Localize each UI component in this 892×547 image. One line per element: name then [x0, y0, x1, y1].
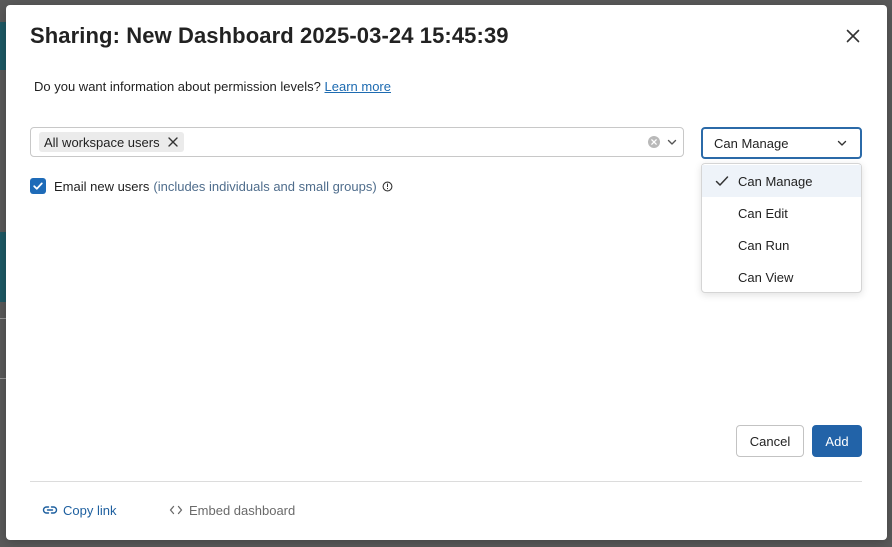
- share-with-select[interactable]: All workspace users: [30, 127, 684, 157]
- info-icon[interactable]: [382, 181, 393, 192]
- copy-link-label: Copy link: [63, 502, 117, 518]
- permission-info: Do you want information about permission…: [34, 79, 391, 94]
- email-new-users-hint: (includes individuals and small groups): [153, 178, 377, 194]
- embed-dashboard-button[interactable]: Embed dashboard: [168, 502, 295, 518]
- permission-selected-value: Can Manage: [714, 136, 789, 151]
- permission-option-can-manage[interactable]: Can Manage: [702, 165, 861, 197]
- clear-selection-button[interactable]: [647, 135, 661, 149]
- permission-level-select[interactable]: Can Manage: [701, 127, 862, 159]
- selected-principal-tag: All workspace users: [39, 132, 184, 152]
- chevron-down-icon: [667, 139, 677, 145]
- close-button[interactable]: [842, 25, 864, 47]
- email-new-users-label: Email new users: [54, 178, 150, 194]
- dialog-title: Sharing: New Dashboard 2025-03-24 15:45:…: [30, 23, 509, 48]
- email-new-users-checkbox[interactable]: [30, 178, 46, 194]
- option-label: Can Edit: [738, 206, 788, 221]
- tag-label: All workspace users: [44, 134, 160, 150]
- tag-remove-button[interactable]: [166, 135, 180, 149]
- copy-link-button[interactable]: Copy link: [42, 502, 116, 518]
- sharing-dialog: Sharing: New Dashboard 2025-03-24 15:45:…: [6, 5, 887, 540]
- footer-divider: [30, 481, 862, 482]
- permission-option-can-view[interactable]: Can View: [702, 261, 861, 293]
- check-icon: [715, 176, 729, 186]
- option-label: Can Manage: [738, 174, 813, 189]
- link-icon: [42, 502, 58, 518]
- permission-info-text: Do you want information about permission…: [34, 79, 321, 94]
- permission-option-can-run[interactable]: Can Run: [702, 229, 861, 261]
- option-label: Can View: [738, 270, 794, 285]
- close-icon: [846, 29, 860, 43]
- tag-remove-icon: [167, 137, 178, 147]
- option-label: Can Run: [738, 238, 790, 253]
- clear-icon: [648, 136, 660, 148]
- check-icon: [33, 182, 43, 190]
- email-new-users-row: Email new users (includes individuals an…: [30, 177, 393, 195]
- chevron-down-icon: [836, 137, 848, 149]
- permission-options-menu: Can Manage Can Edit Can Run Can View: [701, 163, 862, 293]
- permission-option-can-edit[interactable]: Can Edit: [702, 197, 861, 229]
- add-button[interactable]: Add: [812, 425, 862, 457]
- cancel-button[interactable]: Cancel: [736, 425, 804, 457]
- code-icon: [168, 502, 184, 518]
- share-with-dropdown-toggle[interactable]: [665, 135, 679, 149]
- embed-dashboard-label: Embed dashboard: [189, 502, 296, 518]
- learn-more-link[interactable]: Learn more: [325, 79, 391, 94]
